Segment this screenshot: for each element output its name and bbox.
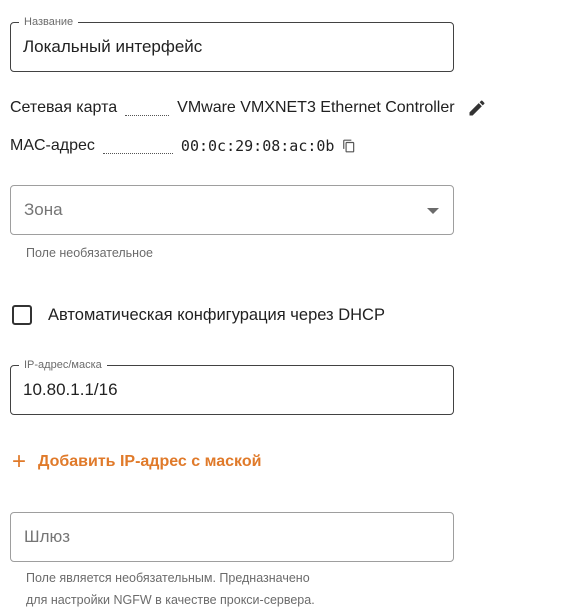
ip-mask-field[interactable]: IP-адрес/маска 10.80.1.1/16 [10, 358, 454, 415]
gateway-field[interactable]: Шлюз [10, 512, 454, 562]
network-card-value: VMware VMXNET3 Ethernet Controller [177, 99, 455, 116]
plus-icon: + [12, 448, 27, 475]
gateway-hint-line-1: Поле является необязательным. Предназнач… [26, 571, 310, 585]
ip-mask-value[interactable]: 10.80.1.1/16 [23, 366, 118, 414]
dhcp-checkbox[interactable] [12, 305, 32, 325]
interface-name-field[interactable]: Название Локальный интерфейс [10, 15, 454, 72]
add-ip-button[interactable]: + Добавить IP-адрес с маской [12, 448, 262, 475]
zone-hint: Поле необязательное [26, 246, 153, 260]
gateway-hint-line-2: для настройки NGFW в качестве прокси-сер… [26, 593, 315, 607]
mac-address-label: MAC-адрес [10, 137, 95, 154]
dot-leader [125, 105, 170, 116]
mac-address-row: MAC-адрес 00:0c:29:08:ac:0b [10, 137, 356, 155]
zone-placeholder: Зона [24, 200, 63, 219]
pencil-icon[interactable] [467, 98, 487, 118]
dhcp-label[interactable]: Автоматическая конфигурация через DHCP [48, 306, 385, 325]
add-ip-label: Добавить IP-адрес с маской [38, 453, 262, 470]
copy-icon[interactable] [342, 139, 356, 153]
network-card-label: Сетевая карта [10, 99, 118, 116]
mac-address-value: 00:0c:29:08:ac:0b [180, 137, 335, 155]
chevron-down-icon[interactable] [427, 208, 439, 214]
network-card-row: Сетевая карта VMware VMXNET3 Ethernet Co… [10, 98, 487, 118]
gateway-placeholder: Шлюз [24, 527, 71, 546]
zone-select[interactable]: Зона [10, 185, 454, 235]
dhcp-option[interactable]: Автоматическая конфигурация через DHCP [12, 305, 385, 325]
interface-name-value[interactable]: Локальный интерфейс [23, 23, 202, 71]
dot-leader [102, 143, 173, 154]
